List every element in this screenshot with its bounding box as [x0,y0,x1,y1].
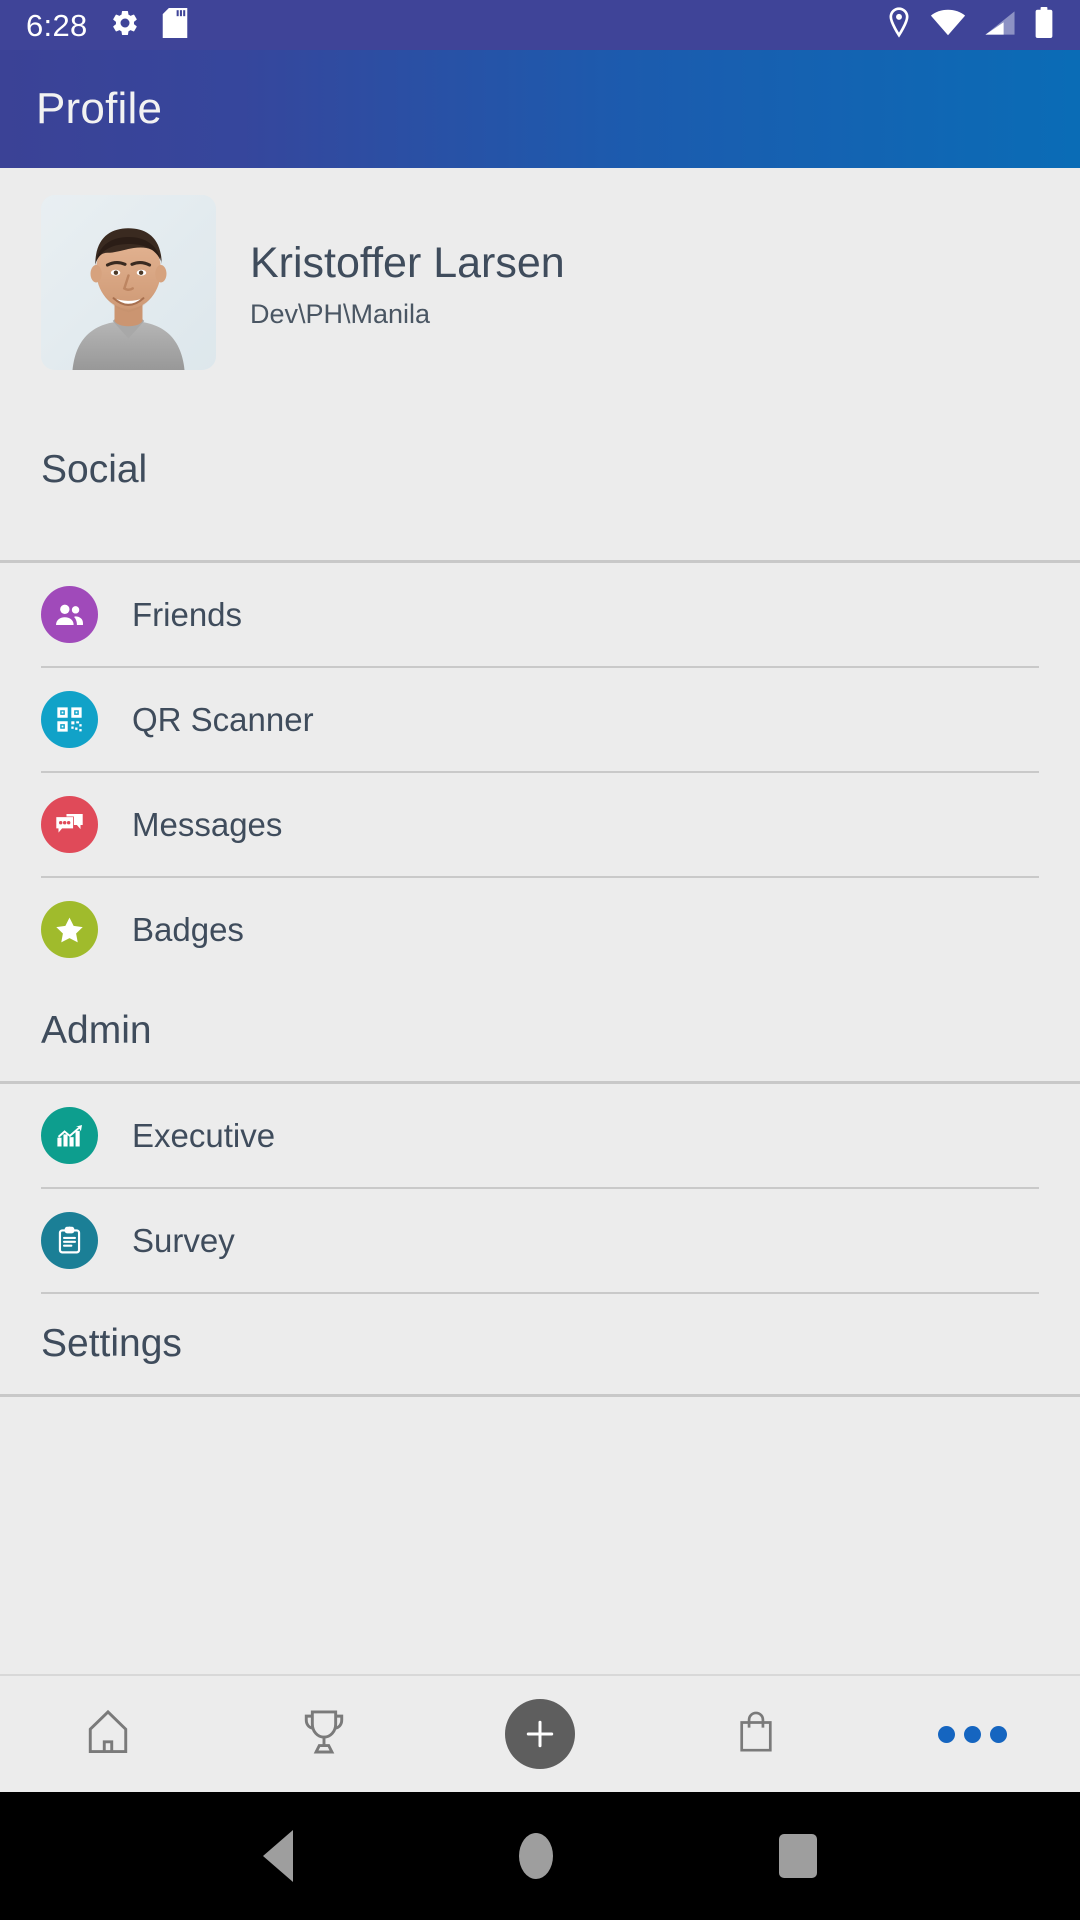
clipboard-icon [41,1212,98,1269]
bar-chart-trend-icon [41,1107,98,1164]
list-item-label: QR Scanner [132,700,314,738]
profile-photo [41,195,216,370]
section-header-admin: Admin [0,981,1080,1081]
home-icon[interactable] [519,1833,553,1879]
people-group-icon [41,586,98,643]
bottom-tab-bar [0,1674,1080,1792]
profile-subtitle: Dev\PH\Manila [250,299,431,330]
list-item-qr-scanner[interactable]: QR Scanner [0,668,1080,771]
section-title-settings: Settings [41,1322,182,1365]
profile-text: Kristoffer Larsen Dev\PH\Manila [216,195,565,330]
shopping-bag-icon [730,1704,782,1765]
list-item-survey[interactable]: Survey [0,1189,1080,1292]
battery-icon [1034,7,1054,43]
section-title-admin: Admin [41,1009,152,1052]
android-nav-bar [0,1792,1080,1920]
recents-icon[interactable] [779,1834,817,1878]
tab-awards[interactable] [216,1676,432,1792]
list-item-executive[interactable]: Executive [0,1084,1080,1187]
section-header-social: Social [0,448,1080,560]
list-item-label: Messages [132,805,283,843]
page-title: Profile [36,84,163,133]
list-item-friends[interactable]: Friends [0,563,1080,666]
cellular-signal-icon [984,9,1016,42]
app-bar: Profile [0,50,1080,168]
section-rule-settings [0,1394,1080,1397]
list-item-label: Friends [132,595,243,633]
profile-header[interactable]: Kristoffer Larsen Dev\PH\Manila [0,168,1080,388]
status-bar-clock: 6:28 [26,7,88,43]
section-header-settings: Settings [0,1294,1080,1394]
dot [963,1725,981,1743]
tab-add[interactable] [432,1676,648,1792]
star-icon [41,901,98,958]
list-item-badges[interactable]: Badges [0,878,1080,981]
profile-name: Kristoffer Larsen [250,239,565,287]
tab-home[interactable] [0,1676,216,1792]
location-pin-icon [886,7,912,43]
plus-icon[interactable] [505,1699,575,1769]
back-icon[interactable] [263,1830,293,1882]
list-item-messages[interactable]: Messages [0,773,1080,876]
list-item-label: Badges [132,910,244,948]
chat-bubbles-icon [41,796,98,853]
tab-shop[interactable] [648,1676,864,1792]
avatar[interactable] [41,195,216,370]
qr-code-icon [41,691,98,748]
status-bar-left: 6:28 [26,7,188,43]
sd-card-icon [162,7,188,43]
section-title-social: Social [41,448,148,491]
phone-screen: 6:28 Profile Kristoffer Larsen Dev\PH\Ma… [0,0,1080,1920]
status-bar: 6:28 [0,0,1080,50]
gear-icon [110,8,140,43]
home-icon [80,1703,136,1766]
dot [937,1725,955,1743]
status-bar-right [886,7,1054,43]
dot [989,1725,1007,1743]
list-item-label: Executive [132,1116,276,1154]
tab-more[interactable] [864,1676,1080,1792]
more-dots-icon [937,1725,1007,1743]
list-item-label: Survey [132,1221,235,1259]
wifi-icon [930,9,966,42]
scroll-content[interactable]: Kristoffer Larsen Dev\PH\Manila Social F… [0,168,1080,1674]
trophy-icon [296,1703,352,1766]
